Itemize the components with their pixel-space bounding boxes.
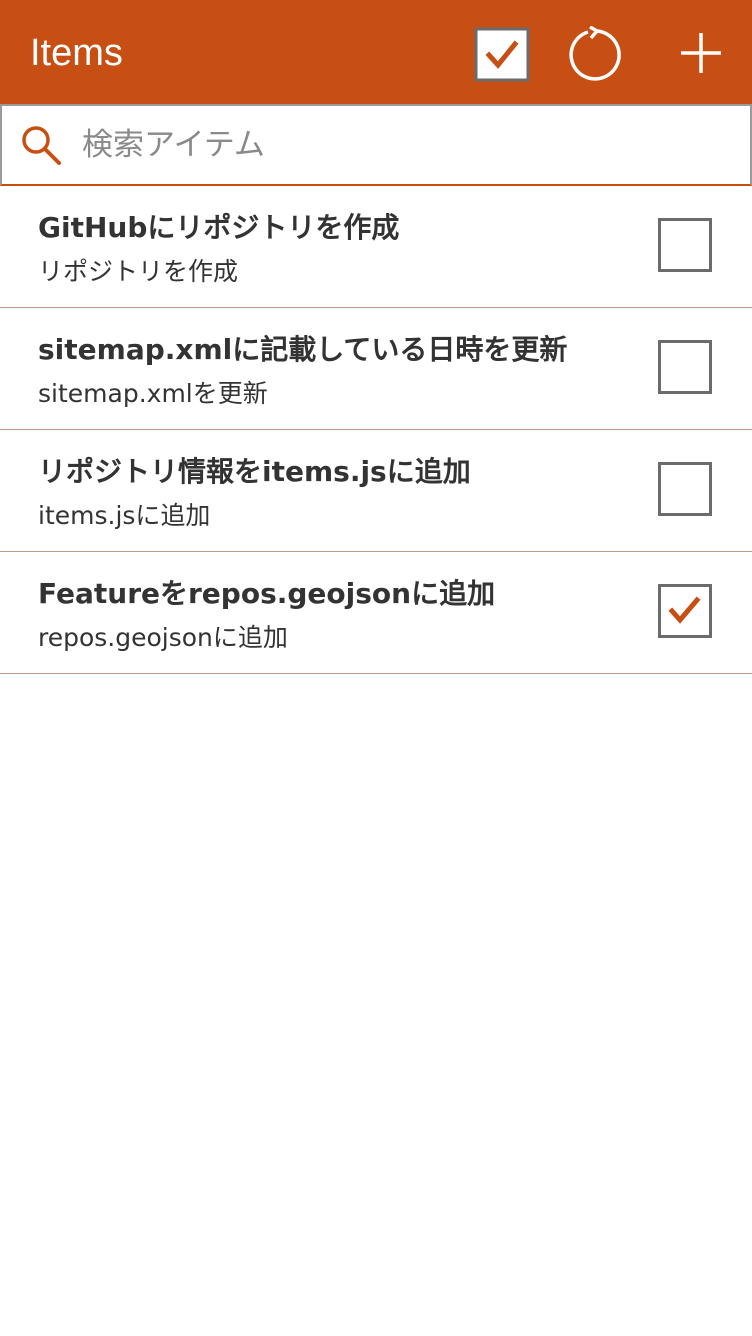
list-item[interactable]: GitHubにリポジトリを作成 リポジトリを作成 — [0, 186, 752, 308]
page-title: Items — [30, 32, 123, 74]
search-icon — [22, 126, 61, 165]
item-checkbox[interactable] — [658, 218, 712, 272]
app-root: Items GitHubにリポジト — [0, 0, 752, 1336]
item-subtitle: リポジトリを作成 — [38, 257, 239, 286]
item-list: GitHubにリポジトリを作成 リポジトリを作成 sitemap.xmlに記載し… — [0, 186, 752, 674]
refresh-icon — [569, 25, 621, 81]
item-title: GitHubにリポジトリを作成 — [38, 211, 400, 244]
plus-icon — [681, 33, 721, 73]
item-title: Featureをrepos.geojsonに追加 — [38, 577, 496, 610]
checkmark-icon — [668, 596, 701, 624]
item-checkbox[interactable] — [658, 462, 712, 516]
add-button[interactable] — [676, 26, 726, 80]
select-all-button[interactable] — [474, 27, 530, 82]
checkbox-checked-icon — [474, 27, 530, 82]
search-bar — [0, 104, 752, 186]
refresh-button[interactable] — [568, 25, 626, 84]
item-checkbox[interactable] — [658, 340, 712, 394]
list-item[interactable]: リポジトリ情報をitems.jsに追加 items.jsに追加 — [0, 430, 752, 552]
item-checkbox[interactable] — [658, 584, 712, 638]
list-item[interactable]: sitemap.xmlに記載している日時を更新 sitemap.xmlを更新 — [0, 308, 752, 430]
item-subtitle: items.jsに追加 — [38, 501, 211, 530]
item-title: sitemap.xmlに記載している日時を更新 — [38, 333, 568, 366]
search-input[interactable] — [82, 116, 732, 174]
app-header: Items — [0, 0, 752, 104]
item-subtitle: sitemap.xmlを更新 — [38, 379, 268, 408]
item-subtitle: repos.geojsonに追加 — [38, 623, 288, 652]
item-title: リポジトリ情報をitems.jsに追加 — [38, 455, 471, 488]
list-item[interactable]: Featureをrepos.geojsonに追加 repos.geojsonに追… — [0, 552, 752, 674]
